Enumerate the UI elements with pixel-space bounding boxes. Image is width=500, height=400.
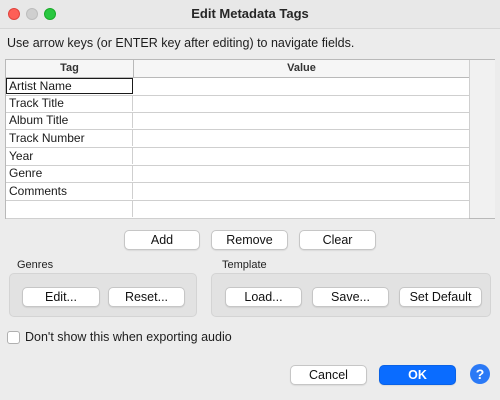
edit-genres-button[interactable]: Edit... [22, 287, 100, 307]
tag-cell[interactable]: Track Number [6, 130, 133, 146]
value-cell[interactable] [134, 165, 469, 181]
tag-cell[interactable]: Genre [6, 165, 133, 181]
table-row[interactable]: Track Number [6, 130, 469, 148]
table-row[interactable]: Artist Name [6, 78, 469, 96]
reset-genres-button[interactable]: Reset... [108, 287, 185, 307]
dont-show-when-exporting-label[interactable]: Don't show this when exporting audio [25, 330, 232, 344]
table-scrollbar[interactable] [469, 60, 495, 218]
value-cell[interactable] [134, 78, 469, 94]
tag-cell[interactable]: Comments [6, 183, 133, 199]
tag-cell[interactable]: Year [6, 148, 133, 164]
value-cell[interactable] [134, 95, 469, 111]
tag-cell[interactable]: Album Title [6, 112, 133, 128]
set-default-template-button[interactable]: Set Default [399, 287, 482, 307]
navigation-hint: Use arrow keys (or ENTER key after editi… [7, 36, 355, 50]
tag-cell[interactable]: Track Title [6, 95, 133, 111]
table-row[interactable]: Album Title [6, 112, 469, 130]
ok-button[interactable]: OK [379, 365, 456, 385]
tag-cell[interactable]: Artist Name [6, 78, 133, 94]
value-cell[interactable] [134, 183, 469, 199]
metadata-table: Tag Value Artist Name Track Title Album … [5, 59, 495, 219]
window-title: Edit Metadata Tags [191, 6, 309, 21]
table-row[interactable]: Track Title [6, 95, 469, 113]
table-row[interactable] [6, 201, 469, 219]
table-row[interactable]: Year [6, 148, 469, 166]
add-button[interactable]: Add [124, 230, 200, 250]
template-group-label: Template [222, 259, 267, 271]
edit-metadata-dialog: Edit Metadata Tags Use arrow keys (or EN… [0, 0, 500, 400]
save-template-button[interactable]: Save... [312, 287, 389, 307]
value-cell[interactable] [134, 112, 469, 128]
column-header-tag[interactable]: Tag [6, 60, 134, 77]
load-template-button[interactable]: Load... [225, 287, 302, 307]
genres-group-label: Genres [17, 259, 54, 271]
column-header-value[interactable]: Value [134, 60, 469, 77]
table-row[interactable]: Genre [6, 165, 469, 183]
table-row[interactable]: Comments [6, 183, 469, 201]
value-cell[interactable] [134, 130, 469, 146]
remove-button[interactable]: Remove [211, 230, 288, 250]
clear-button[interactable]: Clear [299, 230, 376, 250]
value-cell[interactable] [134, 201, 469, 217]
value-cell[interactable] [134, 148, 469, 164]
table-header: Tag Value [6, 60, 469, 78]
dont-show-when-exporting-checkbox[interactable] [7, 331, 20, 344]
cancel-button[interactable]: Cancel [290, 365, 367, 385]
tag-cell[interactable] [6, 201, 133, 217]
title-bar: Edit Metadata Tags [0, 0, 500, 29]
help-icon[interactable]: ? [470, 364, 490, 384]
